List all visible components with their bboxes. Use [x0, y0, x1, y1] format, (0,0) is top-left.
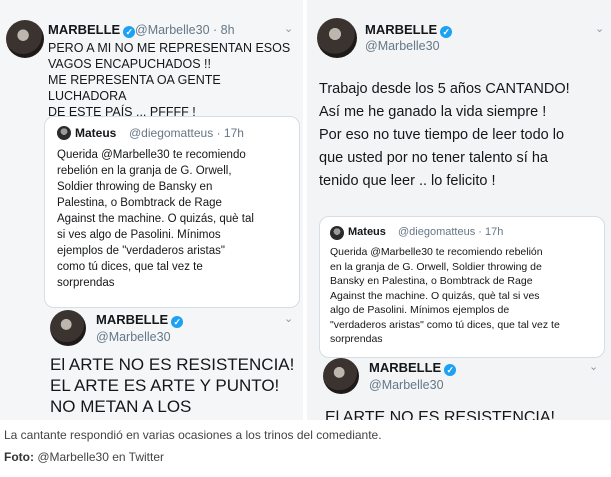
- chevron-down-icon[interactable]: ⌄: [589, 360, 598, 373]
- avatar: [57, 126, 71, 140]
- verified-check-icon: ✓: [171, 316, 184, 328]
- chevron-down-icon[interactable]: ⌄: [284, 312, 293, 325]
- avatar: [323, 358, 359, 394]
- verified-check-icon: ✓: [123, 26, 136, 38]
- quoted-tweet-text: Querida @Marbelle30 te recomiendo rebeli…: [57, 149, 254, 289]
- quoted-tweet-text: Querida @Marbelle30 te recomiendo rebeli…: [330, 246, 560, 345]
- tweet-text: PERO A MI NO ME REPRESENTAN ESOS VAGOS E…: [48, 41, 291, 119]
- author-name[interactable]: MARBELLE ✓: [48, 22, 136, 38]
- embedded-author-handle: @Marbelle30: [369, 378, 444, 392]
- author-handle[interactable]: @Marbelle30: [365, 39, 440, 53]
- left-tweet-screenshot: MARBELLE ✓ @Marbelle30 · 8h ⌄ PERO A MI N…: [0, 0, 303, 420]
- credit-value: @Marbelle30 en Twitter: [37, 450, 165, 464]
- photo-credit: Foto: @Marbelle30 en Twitter: [4, 450, 164, 464]
- embedded-tweet[interactable]: MARBELLE ✓ @Marbelle30 ⌄ El ARTE NO ES RE…: [319, 352, 603, 420]
- right-tweet-screenshot: MARBELLE ✓ @Marbelle30 ⌄ Trabajo desde lo…: [307, 0, 611, 420]
- timestamp: 8h: [220, 23, 235, 37]
- avatar: [330, 226, 344, 240]
- credit-label: Foto:: [4, 450, 34, 464]
- embedded-author-name: MARBELLE ✓: [369, 360, 457, 376]
- embedded-tweet-text: El ARTE NO ES RESISTENCIA!: [325, 409, 555, 420]
- verified-check-icon: ✓: [444, 364, 457, 376]
- quoted-author-handle: @diegomatteus · 17h: [129, 126, 244, 140]
- embedded-tweet[interactable]: MARBELLE ✓ @Marbelle30 ⌄ El ARTE NO ES RE…: [44, 308, 298, 420]
- author-handle[interactable]: @Marbelle30 · 8h: [135, 23, 235, 37]
- quoted-author-handle: @diegomatteus · 17h: [398, 226, 504, 238]
- chevron-down-icon[interactable]: ⌄: [284, 22, 293, 35]
- quoted-tweet[interactable]: Mateus @diegomatteus · 17h Querida @Marb…: [44, 116, 300, 308]
- verified-check-icon: ✓: [440, 26, 453, 38]
- quoted-tweet[interactable]: Mateus @diegomatteus · 17h Querida @Marb…: [319, 216, 605, 358]
- embedded-author-handle: @Marbelle30: [96, 330, 171, 344]
- chevron-down-icon[interactable]: ⌄: [595, 22, 604, 35]
- embedded-author-name: MARBELLE ✓: [96, 312, 184, 328]
- avatar: [50, 310, 86, 346]
- avatar[interactable]: [6, 20, 44, 58]
- avatar[interactable]: [317, 18, 357, 58]
- image-caption: La cantante respondió en varias ocasione…: [4, 428, 382, 442]
- quoted-author-name: Mateus: [348, 226, 386, 238]
- embedded-tweet-text: El ARTE NO ES RESISTENCIA! EL ARTE ES AR…: [50, 355, 295, 416]
- tweet-text: Trabajo desde los 5 años CANTANDO! Así m…: [319, 81, 570, 189]
- quoted-author-name: Mateus: [75, 126, 117, 140]
- author-name[interactable]: MARBELLE ✓: [365, 22, 453, 38]
